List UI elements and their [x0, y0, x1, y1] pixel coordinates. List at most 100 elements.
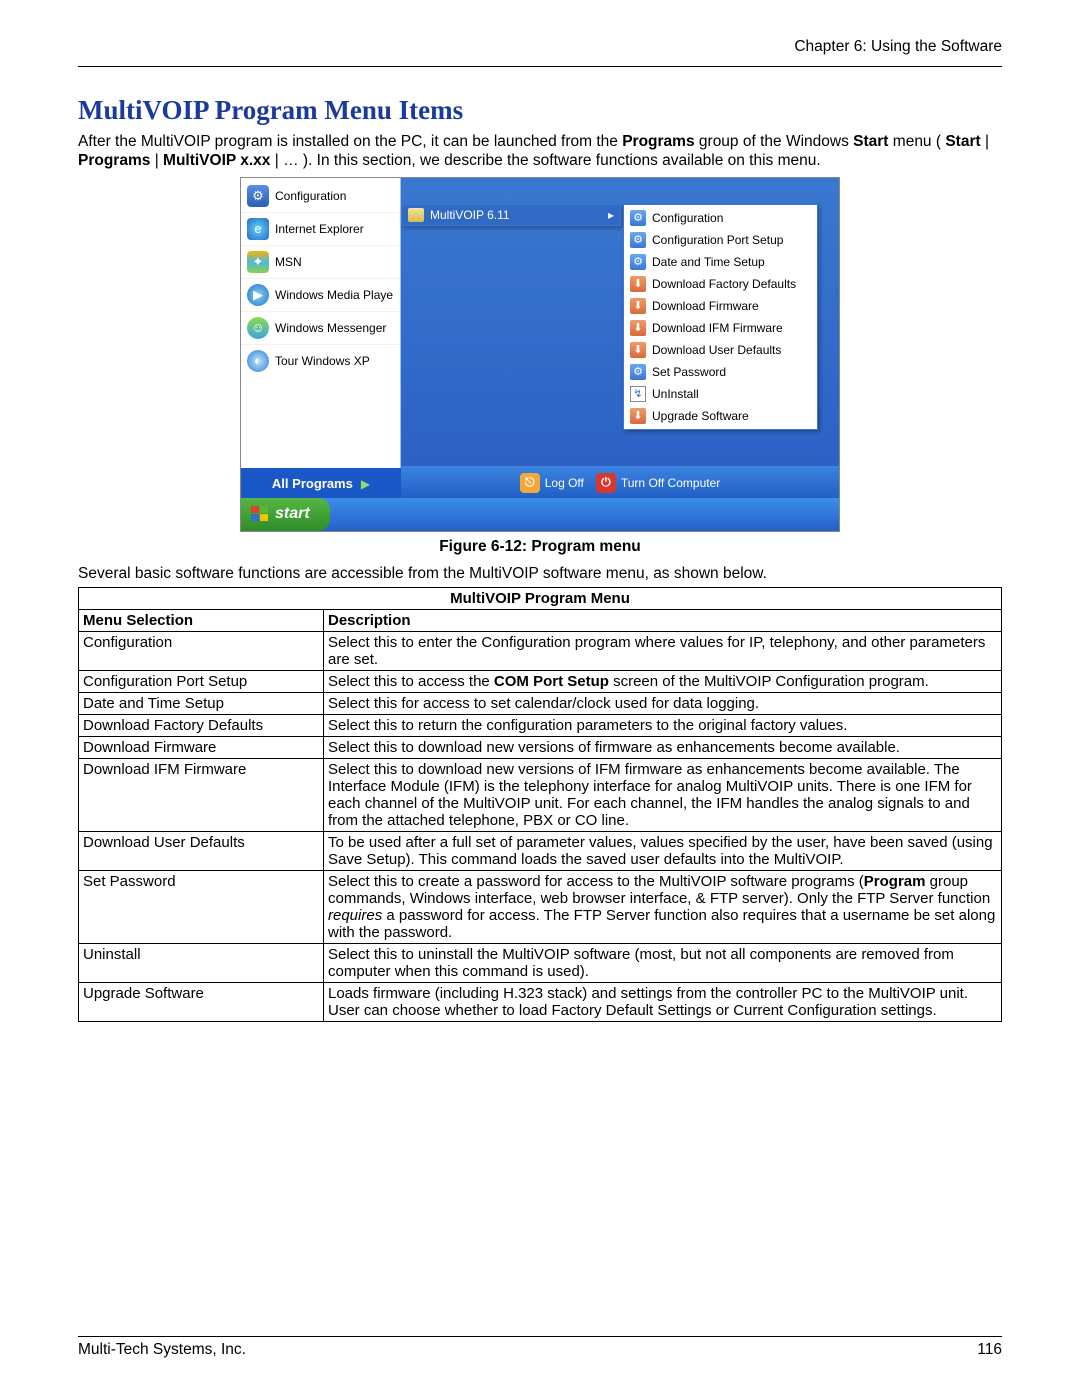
turnoff-button[interactable]: ⏻ Turn Off Computer	[596, 473, 720, 493]
program-item-wmp[interactable]: ▶ Windows Media Playe	[241, 279, 400, 312]
messenger-icon: ☺	[247, 317, 269, 339]
footer-rule	[78, 1336, 1002, 1337]
submenu-item-download-factory[interactable]: ⬇Download Factory Defaults	[624, 273, 817, 295]
intro-paragraph: After the MultiVOIP program is installed…	[78, 132, 1002, 171]
intro-text: menu (	[893, 133, 946, 150]
cell-desc: Select this to uninstall the MultiVOIP s…	[324, 944, 1002, 983]
item-label: Download Firmware	[652, 299, 759, 313]
submenu-item-set-password[interactable]: ⚙Set Password	[624, 361, 817, 383]
program-item-msn[interactable]: ✦ MSN	[241, 246, 400, 279]
program-item-configuration[interactable]: ⚙ Configuration	[241, 180, 400, 213]
path-bold: MultiVOIP x.xx	[163, 152, 270, 169]
path-bold: Start	[945, 133, 980, 150]
cell-desc: Select this to return the configuration …	[324, 715, 1002, 737]
cell-menu: Configuration	[79, 632, 324, 671]
intro-text: group of the Windows	[699, 133, 853, 150]
chevron-right-icon: ▸	[608, 208, 614, 222]
item-label: Download User Defaults	[652, 343, 781, 357]
download-icon: ⬇	[630, 276, 646, 292]
cell-desc: Select this to download new versions of …	[324, 759, 1002, 832]
table-row: Configuration Select this to enter the C…	[79, 632, 1002, 671]
program-label: Windows Media Playe	[275, 288, 393, 302]
desc-bold: Program	[864, 873, 926, 890]
all-programs-label: All Programs	[272, 476, 353, 491]
cell-menu: Download Firmware	[79, 737, 324, 759]
footer-company: Multi-Tech Systems, Inc.	[78, 1341, 246, 1359]
submenu-item-configuration[interactable]: ⚙ Configuration	[624, 207, 817, 229]
programs-bold: Programs	[622, 133, 694, 150]
cell-menu: Uninstall	[79, 944, 324, 983]
table-row: Uninstall Select this to uninstall the M…	[79, 944, 1002, 983]
start-menu-screenshot: ⚙ Configuration e Internet Explorer ✦ MS…	[240, 177, 840, 532]
item-label: Configuration	[652, 211, 723, 225]
cell-menu: Download Factory Defaults	[79, 715, 324, 737]
submenu-multivoip-items: ⚙ Configuration ⚙Configuration Port Setup…	[623, 204, 818, 430]
intro-text: | … ). In this section, we describe the …	[275, 152, 821, 169]
between-paragraph: Several basic software functions are acc…	[78, 564, 1002, 583]
cell-menu: Download User Defaults	[79, 832, 324, 871]
cell-menu: Configuration Port Setup	[79, 671, 324, 693]
submenu-item-multivoip[interactable]: MultiVOIP 6.11 ▸	[402, 205, 620, 225]
start-bold: Start	[853, 133, 888, 150]
wmp-icon: ▶	[247, 284, 269, 306]
submenu-item-upgrade[interactable]: ⬇Upgrade Software	[624, 405, 817, 427]
intro-text: After the MultiVOIP program is installed…	[78, 133, 622, 150]
item-label: UnInstall	[652, 387, 699, 401]
submenu-item-date-time[interactable]: ⚙Date and Time Setup	[624, 251, 817, 273]
submenu-item-port-setup[interactable]: ⚙Configuration Port Setup	[624, 229, 817, 251]
table-row: Date and Time Setup Select this for acce…	[79, 693, 1002, 715]
cell-menu: Set Password	[79, 871, 324, 944]
program-item-messenger[interactable]: ☺ Windows Messenger	[241, 312, 400, 345]
download-icon: ⬇	[630, 408, 646, 424]
submenu-item-download-ifm[interactable]: ⬇ Download IFM Firmware	[624, 317, 817, 339]
download-icon: ⬇	[630, 320, 646, 336]
cell-desc: Select this to access the COM Port Setup…	[324, 671, 1002, 693]
table-row: Download User Defaults To be used after …	[79, 832, 1002, 871]
windows-flag-icon	[251, 506, 269, 522]
desc-text: Select this to access the	[328, 673, 494, 690]
chevron-right-icon: ▶	[361, 477, 370, 491]
all-programs-button[interactable]: All Programs ▶	[241, 468, 401, 500]
figure-caption: Figure 6-12: Program menu	[78, 538, 1002, 556]
submenu-multivoip: MultiVOIP 6.11 ▸	[401, 204, 621, 226]
desc-text: a password for access. The FTP Server fu…	[328, 907, 995, 941]
page-number: 116	[977, 1341, 1002, 1359]
cell-menu: Date and Time Setup	[79, 693, 324, 715]
desc-italic: requires	[328, 907, 382, 924]
logoff-icon: ⎋	[520, 473, 540, 493]
cell-menu: Download IFM Firmware	[79, 759, 324, 832]
chapter-header: Chapter 6: Using the Software	[78, 38, 1002, 66]
logoff-button[interactable]: ⎋ Log Off	[520, 473, 584, 493]
logoff-bar: ⎋ Log Off ⏻ Turn Off Computer	[401, 466, 839, 500]
page-footer: Multi-Tech Systems, Inc. 116	[78, 1336, 1002, 1359]
item-label: Set Password	[652, 365, 726, 379]
program-menu-table: MultiVOIP Program Menu Menu Selection De…	[78, 587, 1002, 1022]
program-item-tour[interactable]: ◐ Tour Windows XP	[241, 345, 400, 377]
start-menu-left-panel: ⚙ Configuration e Internet Explorer ✦ MS…	[241, 178, 401, 500]
cell-desc: To be used after a full set of parameter…	[324, 832, 1002, 871]
item-label: Date and Time Setup	[652, 255, 765, 269]
logoff-label: Log Off	[545, 476, 584, 490]
taskbar: start	[241, 498, 839, 531]
submenu-item-download-user[interactable]: ⬇ Download User Defaults	[624, 339, 817, 361]
col-header-menu: Menu Selection	[79, 610, 324, 632]
program-label: Configuration	[275, 189, 346, 203]
desc-text: Select this to create a password for acc…	[328, 873, 864, 890]
submenu-item-uninstall[interactable]: ↯UnInstall	[624, 383, 817, 405]
desc-text: screen of the MultiVOIP Configuration pr…	[613, 673, 929, 690]
program-label: MSN	[275, 255, 302, 269]
table-row: Download Factory Defaults Select this to…	[79, 715, 1002, 737]
download-icon: ⬇	[630, 342, 646, 358]
download-icon: ⬇	[630, 298, 646, 314]
table-row: Download Firmware Select this to downloa…	[79, 737, 1002, 759]
item-label: Download IFM Firmware	[652, 321, 783, 335]
submenu-item-download-firmware[interactable]: ⬇ Download Firmware	[624, 295, 817, 317]
start-button[interactable]: start	[241, 498, 330, 531]
table-title: MultiVOIP Program Menu	[79, 588, 1002, 610]
config-icon: ⚙	[247, 185, 269, 207]
path-bold: Programs	[78, 152, 150, 169]
turnoff-label: Turn Off Computer	[621, 476, 720, 490]
msn-icon: ✦	[247, 251, 269, 273]
program-item-ie[interactable]: e Internet Explorer	[241, 213, 400, 246]
config-icon: ⚙	[630, 210, 646, 226]
